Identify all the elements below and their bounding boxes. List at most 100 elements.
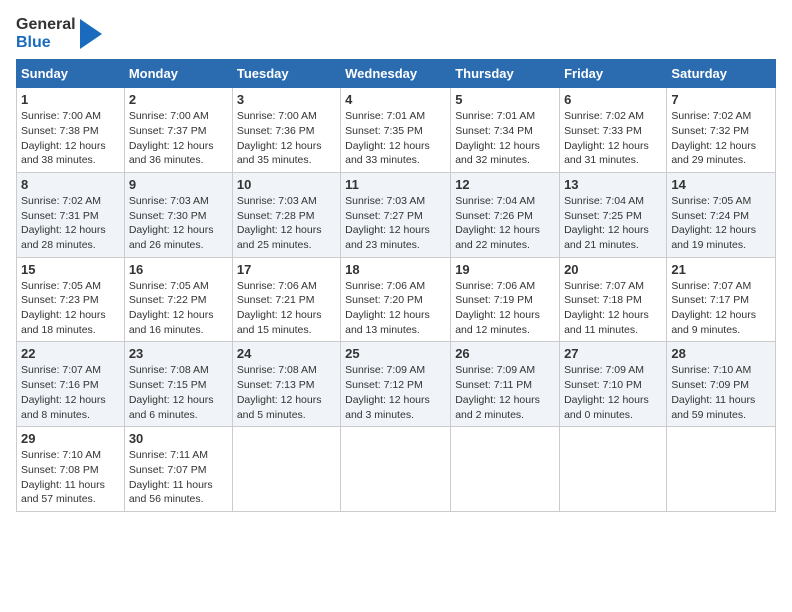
day-number: 12 (455, 177, 555, 192)
calendar-cell: 25 Sunrise: 7:09 AM Sunset: 7:12 PM Dayl… (341, 342, 451, 427)
weekday-header-sunday: Sunday (17, 60, 125, 88)
day-info: Sunrise: 7:06 AM Sunset: 7:20 PM Dayligh… (345, 279, 446, 338)
day-number: 6 (564, 92, 662, 107)
day-info: Sunrise: 7:07 AM Sunset: 7:16 PM Dayligh… (21, 363, 120, 422)
day-info: Sunrise: 7:09 AM Sunset: 7:11 PM Dayligh… (455, 363, 555, 422)
day-info: Sunrise: 7:02 AM Sunset: 7:33 PM Dayligh… (564, 109, 662, 168)
day-number: 24 (237, 346, 336, 361)
day-info: Sunrise: 7:03 AM Sunset: 7:30 PM Dayligh… (129, 194, 228, 253)
day-number: 19 (455, 262, 555, 277)
day-info: Sunrise: 7:10 AM Sunset: 7:09 PM Dayligh… (671, 363, 771, 422)
day-info: Sunrise: 7:03 AM Sunset: 7:27 PM Dayligh… (345, 194, 446, 253)
weekday-header-saturday: Saturday (667, 60, 776, 88)
day-number: 8 (21, 177, 120, 192)
calendar-cell: 12 Sunrise: 7:04 AM Sunset: 7:26 PM Dayl… (451, 172, 560, 257)
day-info: Sunrise: 7:08 AM Sunset: 7:13 PM Dayligh… (237, 363, 336, 422)
day-number: 17 (237, 262, 336, 277)
calendar-cell: 18 Sunrise: 7:06 AM Sunset: 7:20 PM Dayl… (341, 257, 451, 342)
day-info: Sunrise: 7:09 AM Sunset: 7:10 PM Dayligh… (564, 363, 662, 422)
day-info: Sunrise: 7:07 AM Sunset: 7:18 PM Dayligh… (564, 279, 662, 338)
day-info: Sunrise: 7:07 AM Sunset: 7:17 PM Dayligh… (671, 279, 771, 338)
calendar-cell: 19 Sunrise: 7:06 AM Sunset: 7:19 PM Dayl… (451, 257, 560, 342)
day-info: Sunrise: 7:02 AM Sunset: 7:31 PM Dayligh… (21, 194, 120, 253)
day-number: 27 (564, 346, 662, 361)
day-info: Sunrise: 7:05 AM Sunset: 7:24 PM Dayligh… (671, 194, 771, 253)
day-info: Sunrise: 7:05 AM Sunset: 7:23 PM Dayligh… (21, 279, 120, 338)
calendar-cell: 23 Sunrise: 7:08 AM Sunset: 7:15 PM Dayl… (124, 342, 232, 427)
calendar-cell: 28 Sunrise: 7:10 AM Sunset: 7:09 PM Dayl… (667, 342, 776, 427)
day-number: 22 (21, 346, 120, 361)
calendar-cell: 29 Sunrise: 7:10 AM Sunset: 7:08 PM Dayl… (17, 427, 125, 512)
weekday-header-thursday: Thursday (451, 60, 560, 88)
calendar-cell: 15 Sunrise: 7:05 AM Sunset: 7:23 PM Dayl… (17, 257, 125, 342)
calendar-cell: 1 Sunrise: 7:00 AM Sunset: 7:38 PM Dayli… (17, 88, 125, 173)
day-info: Sunrise: 7:11 AM Sunset: 7:07 PM Dayligh… (129, 448, 228, 507)
calendar-cell: 2 Sunrise: 7:00 AM Sunset: 7:37 PM Dayli… (124, 88, 232, 173)
day-info: Sunrise: 7:04 AM Sunset: 7:26 PM Dayligh… (455, 194, 555, 253)
day-info: Sunrise: 7:01 AM Sunset: 7:35 PM Dayligh… (345, 109, 446, 168)
calendar-cell: 24 Sunrise: 7:08 AM Sunset: 7:13 PM Dayl… (232, 342, 340, 427)
calendar-cell: 5 Sunrise: 7:01 AM Sunset: 7:34 PM Dayli… (451, 88, 560, 173)
day-number: 11 (345, 177, 446, 192)
day-info: Sunrise: 7:09 AM Sunset: 7:12 PM Dayligh… (345, 363, 446, 422)
logo-arrow-icon (80, 19, 102, 49)
day-number: 1 (21, 92, 120, 107)
day-number: 2 (129, 92, 228, 107)
weekday-header-monday: Monday (124, 60, 232, 88)
calendar-cell (451, 427, 560, 512)
weekday-header-friday: Friday (560, 60, 667, 88)
day-number: 20 (564, 262, 662, 277)
page-header: General Blue (16, 16, 776, 51)
calendar-cell: 14 Sunrise: 7:05 AM Sunset: 7:24 PM Dayl… (667, 172, 776, 257)
day-number: 13 (564, 177, 662, 192)
calendar-cell: 30 Sunrise: 7:11 AM Sunset: 7:07 PM Dayl… (124, 427, 232, 512)
calendar-cell: 3 Sunrise: 7:00 AM Sunset: 7:36 PM Dayli… (232, 88, 340, 173)
calendar-cell (667, 427, 776, 512)
day-number: 7 (671, 92, 771, 107)
calendar-cell (560, 427, 667, 512)
day-number: 18 (345, 262, 446, 277)
day-info: Sunrise: 7:03 AM Sunset: 7:28 PM Dayligh… (237, 194, 336, 253)
calendar-cell: 11 Sunrise: 7:03 AM Sunset: 7:27 PM Dayl… (341, 172, 451, 257)
weekday-header-wednesday: Wednesday (341, 60, 451, 88)
calendar-cell: 10 Sunrise: 7:03 AM Sunset: 7:28 PM Dayl… (232, 172, 340, 257)
logo: General Blue (16, 16, 102, 51)
weekday-header-tuesday: Tuesday (232, 60, 340, 88)
day-info: Sunrise: 7:00 AM Sunset: 7:36 PM Dayligh… (237, 109, 336, 168)
calendar-cell: 6 Sunrise: 7:02 AM Sunset: 7:33 PM Dayli… (560, 88, 667, 173)
day-number: 29 (21, 431, 120, 446)
calendar-cell: 21 Sunrise: 7:07 AM Sunset: 7:17 PM Dayl… (667, 257, 776, 342)
day-number: 3 (237, 92, 336, 107)
day-number: 14 (671, 177, 771, 192)
calendar-cell: 22 Sunrise: 7:07 AM Sunset: 7:16 PM Dayl… (17, 342, 125, 427)
day-number: 25 (345, 346, 446, 361)
day-info: Sunrise: 7:00 AM Sunset: 7:38 PM Dayligh… (21, 109, 120, 168)
day-number: 10 (237, 177, 336, 192)
day-number: 9 (129, 177, 228, 192)
day-info: Sunrise: 7:10 AM Sunset: 7:08 PM Dayligh… (21, 448, 120, 507)
day-number: 16 (129, 262, 228, 277)
logo-blue: Blue (16, 34, 76, 52)
calendar-cell: 27 Sunrise: 7:09 AM Sunset: 7:10 PM Dayl… (560, 342, 667, 427)
calendar-cell: 8 Sunrise: 7:02 AM Sunset: 7:31 PM Dayli… (17, 172, 125, 257)
calendar-cell: 20 Sunrise: 7:07 AM Sunset: 7:18 PM Dayl… (560, 257, 667, 342)
day-number: 26 (455, 346, 555, 361)
day-number: 28 (671, 346, 771, 361)
calendar-cell (232, 427, 340, 512)
calendar-table: SundayMondayTuesdayWednesdayThursdayFrid… (16, 59, 776, 512)
day-info: Sunrise: 7:01 AM Sunset: 7:34 PM Dayligh… (455, 109, 555, 168)
calendar-cell: 17 Sunrise: 7:06 AM Sunset: 7:21 PM Dayl… (232, 257, 340, 342)
day-info: Sunrise: 7:05 AM Sunset: 7:22 PM Dayligh… (129, 279, 228, 338)
calendar-cell: 7 Sunrise: 7:02 AM Sunset: 7:32 PM Dayli… (667, 88, 776, 173)
calendar-cell (341, 427, 451, 512)
day-info: Sunrise: 7:06 AM Sunset: 7:21 PM Dayligh… (237, 279, 336, 338)
calendar-cell: 13 Sunrise: 7:04 AM Sunset: 7:25 PM Dayl… (560, 172, 667, 257)
day-number: 4 (345, 92, 446, 107)
day-number: 23 (129, 346, 228, 361)
calendar-cell: 16 Sunrise: 7:05 AM Sunset: 7:22 PM Dayl… (124, 257, 232, 342)
day-info: Sunrise: 7:04 AM Sunset: 7:25 PM Dayligh… (564, 194, 662, 253)
logo-general: General (16, 16, 76, 34)
day-number: 5 (455, 92, 555, 107)
day-number: 30 (129, 431, 228, 446)
day-info: Sunrise: 7:08 AM Sunset: 7:15 PM Dayligh… (129, 363, 228, 422)
